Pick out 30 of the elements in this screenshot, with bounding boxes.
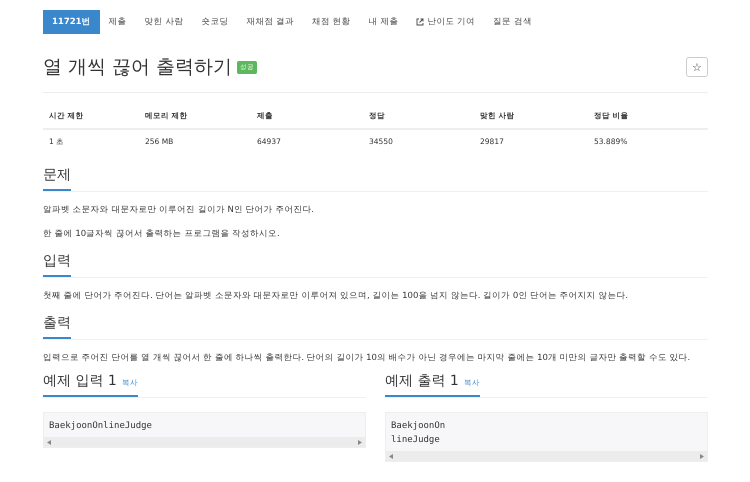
nav-tab[interactable]: 제출 [100,10,136,34]
scrollbar[interactable] [386,451,707,461]
external-link-icon [416,18,424,26]
scroll-arrow-icon[interactable] [47,440,51,444]
nav-tab[interactable]: 내 제출 [360,10,408,34]
code-line: lineJudge [390,434,441,447]
nav-tab[interactable]: 숏코딩 [192,10,238,34]
nav-tab[interactable]: 채점 현황 [302,10,360,34]
section-heading: 문제 [43,164,71,191]
section-heading: 출력 [43,312,71,339]
code-line: BaekjoonOn [390,420,446,433]
star-button[interactable]: ☆ [686,57,708,77]
scroll-arrow-icon[interactable] [389,454,393,458]
sample-title: 예제 입력 1 [43,372,117,390]
nav-tab[interactable]: 맞힌 사람 [136,10,192,34]
nav-tab[interactable]: 11721번 [43,10,100,34]
nav-tab[interactable]: 질문 검색 [484,10,541,34]
section-heading: 입력 [43,250,71,277]
paragraph: 한 줄에 10글자씩 끊어서 출력하는 프로그램을 작성하시오. [43,228,281,240]
scroll-arrow-icon[interactable] [700,454,704,458]
problem-title: 열 개씩 끊어 출력하기 [43,55,232,80]
paragraph: 입력으로 주어진 단어를 열 개씩 끊어서 한 줄에 하나씩 출력한다. 단어의 길이가 10의 배수가 아닌 경우에는 마지막 줄에는 10개 미만의 글자만 출력할 수도 있다. [43,352,692,364]
paragraph: 알파벳 소문자와 대문자로만 이루어진 길이가 N인 단어가 주어진다. [43,204,315,216]
nav-tab[interactable]: 재채점 결과 [237,10,303,34]
sample-title: 예제 출력 1 [385,372,459,390]
scroll-arrow-icon[interactable] [358,440,362,444]
nav-tab[interactable]: 난이도 기여 [407,10,484,34]
scrollbar[interactable] [44,437,365,447]
paragraph: 첫째 줄에 단어가 주어진다. 단어는 알파벳 소문자와 대문자로만 이루어져 있으며, 길이는 100을 넘지 않는다. 길이가 0인 단어는 주어지지 않는다. [43,290,630,302]
code-line: BaekjoonOnlineJudge [48,420,153,433]
